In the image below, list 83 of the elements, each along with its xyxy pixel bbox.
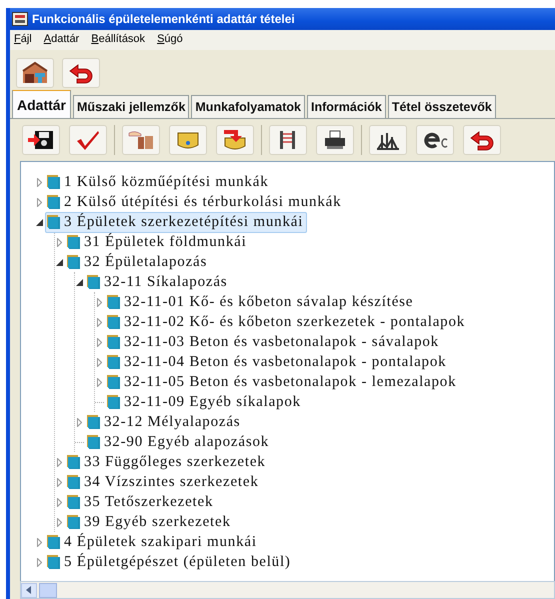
menu-item[interactable]: Fájl [14, 33, 32, 47]
book-icon [107, 355, 121, 369]
window-title: Funkcionális épületelemenkénti adattár tételei [32, 12, 295, 26]
tree-item[interactable]: 32-11 Síkalapozás [85, 272, 232, 292]
toolbar-button[interactable] [463, 125, 501, 155]
collapsed-triangle-icon[interactable] [35, 198, 44, 206]
roof-icon [21, 61, 49, 85]
collapsed-triangle-icon[interactable] [95, 298, 104, 306]
tree-item[interactable]: 2 Külső útépítési és térburkolási munkák [45, 192, 346, 212]
collapsed-triangle-icon[interactable] [35, 558, 44, 566]
book-icon [67, 455, 81, 469]
tree-item[interactable]: 34 Vízszintes szerkezetek [65, 472, 263, 492]
book-icon [107, 315, 121, 329]
book-icon [67, 515, 81, 529]
toolbar-button[interactable] [62, 58, 100, 88]
book-icon [47, 195, 61, 209]
tree-item[interactable]: 32-11-01 Kő- és kőbeton sávalap készítése [105, 292, 418, 312]
collapsed-triangle-icon[interactable] [55, 478, 64, 486]
tree-item[interactable]: 5 Épületgépészet (épületen belül) [45, 552, 295, 572]
book-icon [107, 295, 121, 309]
tree-item[interactable]: 32 Épületalapozás [65, 252, 212, 272]
toolbar-button[interactable] [369, 125, 407, 155]
book-icon [107, 375, 121, 389]
collapsed-triangle-icon[interactable] [35, 178, 44, 186]
collapsed-triangle-icon[interactable] [55, 458, 64, 466]
book-icon [47, 535, 61, 549]
scroll-left-button[interactable] [21, 582, 37, 598]
collapsed-triangle-icon[interactable] [95, 358, 104, 366]
expanded-triangle-icon[interactable] [75, 278, 84, 286]
collapsed-triangle-icon[interactable] [55, 518, 64, 526]
horizontal-scrollbar[interactable] [20, 581, 555, 599]
collapsed-triangle-icon[interactable] [55, 498, 64, 506]
book-icon [87, 275, 101, 289]
tree-item[interactable]: 32-12 Mélyalapozás [85, 412, 244, 432]
tree-item[interactable]: 32-11-03 Beton és vasbetonalapok - sávalapok [105, 332, 443, 352]
app-icon [12, 12, 28, 26]
book-icon [107, 395, 121, 409]
tree-item[interactable]: 32-11-09 Egyéb síkalapok [105, 392, 305, 412]
tab[interactable]: Információk [306, 95, 386, 118]
book-icon [107, 335, 121, 349]
collapsed-triangle-icon[interactable] [95, 338, 104, 346]
left-arrow-icon [26, 586, 32, 594]
tab[interactable]: Adattár [12, 90, 72, 118]
toolbar-button[interactable] [416, 125, 454, 155]
toolbar-button[interactable] [269, 125, 307, 155]
collapsed-triangle-icon[interactable] [55, 238, 64, 246]
tab[interactable]: Műszaki jellemzők [73, 95, 190, 118]
book-icon [47, 215, 61, 229]
tab[interactable]: Tétel összetevők [388, 95, 496, 118]
book-icon [67, 235, 81, 249]
book-icon [87, 415, 101, 429]
tree-item[interactable]: 3 Épületek szerkezetépítési munkái [45, 212, 308, 232]
collapsed-triangle-icon[interactable] [35, 538, 44, 546]
collapsed-triangle-icon[interactable] [95, 378, 104, 386]
book-icon [87, 435, 101, 449]
expanded-triangle-icon[interactable] [35, 218, 44, 226]
tree-item[interactable]: 1 Külső közműépítési munkák [45, 172, 272, 192]
tree-item[interactable]: 31 Épületek földmunkái [65, 232, 251, 252]
scroll-thumb[interactable] [39, 582, 57, 598]
toolbar-button[interactable] [16, 58, 54, 88]
tree-item[interactable]: 32-11-02 Kő- és kőbeton szerkezetek - pontalapok [105, 312, 470, 332]
floppy-disk-icon [27, 128, 55, 152]
tree-item[interactable]: 35 Tetőszerkezetek [65, 492, 218, 512]
expanded-triangle-icon[interactable] [55, 258, 64, 266]
tree-item[interactable]: 32-11-04 Beton és vasbetonalapok - pontalapok [105, 352, 450, 372]
tree-item[interactable]: 39 Egyéb szerkezetek [65, 512, 235, 532]
book-icon [67, 255, 81, 269]
collapsed-triangle-icon[interactable] [95, 318, 104, 326]
tab[interactable]: Munkafolyamatok [191, 95, 305, 118]
book-icon [67, 475, 81, 489]
tree-item[interactable]: 4 Épületek szakipari munkái [45, 532, 261, 552]
menu-item[interactable]: Súgó [157, 33, 183, 47]
tree-item[interactable]: 32-90 Egyéb alapozások [85, 432, 274, 452]
book-icon [67, 495, 81, 509]
toolbar-button[interactable] [22, 125, 60, 155]
tree-item[interactable]: 33 Függőleges szerkezetek [65, 452, 270, 472]
menu-item[interactable]: Adattár [44, 33, 80, 47]
book-icon [47, 555, 61, 569]
toolbar-button[interactable] [316, 125, 354, 155]
book-icon [47, 175, 61, 189]
collapsed-triangle-icon[interactable] [75, 418, 84, 426]
tree-item[interactable]: 32-11-05 Beton és vasbetonalapok - lemezalapok [105, 372, 460, 392]
menu-item[interactable]: Beállítások [91, 33, 146, 47]
